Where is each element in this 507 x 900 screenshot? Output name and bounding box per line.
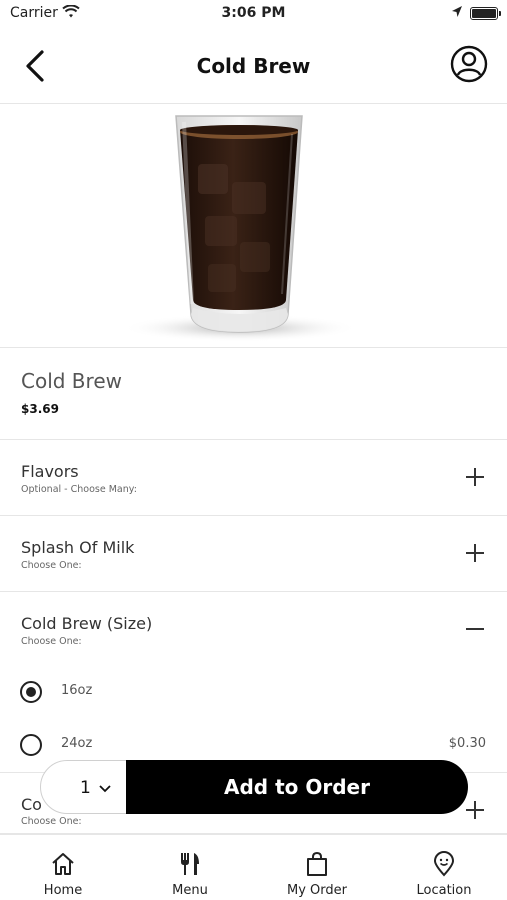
map-pin-icon: [433, 851, 455, 877]
plus-icon[interactable]: [464, 466, 486, 488]
profile-button[interactable]: [449, 44, 489, 84]
location-arrow-icon: [452, 6, 462, 17]
product-price: $3.69: [21, 402, 59, 416]
option-cold-brew-size[interactable]: Cold Brew (Size) Choose One:: [0, 592, 507, 668]
battery-icon: [470, 7, 501, 20]
tab-label: My Order: [287, 883, 347, 898]
option-title: Cold Brew (Size): [21, 614, 153, 633]
option-title: Co: [21, 795, 42, 814]
product-name: Cold Brew: [21, 369, 122, 393]
cold-brew-glass-image: [122, 115, 358, 342]
option-subtitle: Choose One:: [21, 636, 82, 647]
status-bar: Carrier 3:06 PM: [0, 0, 507, 28]
user-circle-icon: [450, 45, 488, 83]
size-choice-16oz[interactable]: 16oz: [0, 666, 507, 718]
plus-icon[interactable]: [464, 542, 486, 564]
tab-label: Home: [43, 883, 83, 898]
option-title: Flavors: [21, 462, 79, 481]
status-time: 3:06 PM: [221, 5, 286, 21]
quantity-value: 1: [80, 778, 91, 798]
home-icon: [52, 853, 74, 875]
tab-menu[interactable]: Menu: [127, 835, 253, 900]
chevron-down-icon: [99, 785, 111, 793]
option-subtitle: Choose One:: [21, 560, 82, 571]
nav-bar: Cold Brew: [0, 28, 507, 104]
product-image: [0, 104, 507, 348]
option-subtitle: Choose One:: [21, 816, 82, 827]
tab-label: Location: [416, 883, 472, 898]
tab-my-order[interactable]: My Order: [254, 835, 380, 900]
fork-knife-icon: [181, 853, 199, 875]
order-bar: 1 Add to Order: [40, 760, 468, 814]
page-title: Cold Brew: [196, 54, 311, 78]
product-info: Cold Brew $3.69: [0, 348, 507, 440]
option-splash-of-milk[interactable]: Splash Of Milk Choose One:: [0, 516, 507, 592]
tab-location[interactable]: Location: [381, 835, 507, 900]
radio-unselected[interactable]: [20, 734, 42, 756]
minus-icon[interactable]: [464, 618, 486, 640]
choice-price: $0.30: [448, 736, 486, 751]
option-flavors[interactable]: Flavors Optional - Choose Many:: [0, 440, 507, 516]
quantity-selector[interactable]: 1: [40, 760, 130, 814]
radio-selected[interactable]: [20, 681, 42, 703]
option-title: Splash Of Milk: [21, 538, 135, 557]
choice-label: 16oz: [61, 683, 93, 698]
tab-bar: Home Menu My Order Location: [0, 834, 507, 900]
shopping-bag-icon: [307, 851, 327, 876]
tab-home[interactable]: Home: [0, 835, 126, 900]
add-to-order-button[interactable]: Add to Order: [126, 760, 468, 814]
tab-label: Menu: [172, 883, 208, 898]
option-subtitle: Optional - Choose Many:: [21, 484, 137, 495]
choice-label: 24oz: [61, 736, 93, 751]
